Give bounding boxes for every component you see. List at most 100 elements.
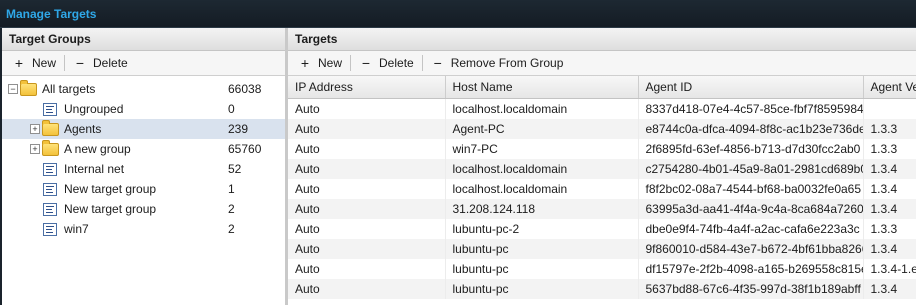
agent-id-cell: 9f860010-d584-43e7-b672-4bf61bba8266 <box>638 239 864 259</box>
target-groups-panel: Target Groups + New − Delete − All target… <box>2 28 286 305</box>
host-name-cell: localhost.localdomain <box>445 179 639 199</box>
agent-version-cell: 1.3.3 <box>863 139 916 159</box>
delete-group-label: Delete <box>93 56 128 70</box>
agent-version-cell: 1.3.4 <box>863 199 916 219</box>
folder-icon <box>42 120 59 136</box>
targets-panel: Targets + New − Delete − Remove From Gro… <box>288 28 916 305</box>
agent-version-cell: 1.3.3 <box>863 219 916 239</box>
tree-item-label: Agents <box>64 122 102 136</box>
agent-id-cell: dbe0e9f4-74fb-4a4f-a2ac-cafa6e223a3c <box>638 219 864 239</box>
collapse-icon[interactable]: − <box>8 84 18 94</box>
delete-target-label: Delete <box>379 56 414 70</box>
remove-from-group-label: Remove From Group <box>450 56 564 70</box>
host-name-cell: lubuntu-pc <box>445 279 639 299</box>
ip-address-cell: Auto <box>288 199 446 219</box>
plus-icon: + <box>300 55 310 71</box>
table-row[interactable]: Auto lubuntu-pc df15797e-2f2b-4098-a165-b2… <box>288 259 916 279</box>
host-name-cell: 31.208.124.118 <box>445 199 639 219</box>
agent-id-cell: c2754280-4b01-45a9-8a01-2981cd689b07 <box>638 159 864 179</box>
agent-version-cell: 1.3.4 <box>863 159 916 179</box>
table-row[interactable]: Auto localhost.localdomain c2754280-4b01-4… <box>288 159 916 179</box>
tree-item-label: All targets <box>42 82 96 96</box>
tree-item[interactable]: New target group 2 <box>2 199 285 219</box>
agent-id-cell: e8744c0a-dfca-4094-8f8c-ac1b23e736de <box>638 119 864 139</box>
host-name-cell: lubuntu-pc <box>445 239 639 259</box>
new-group-label: New <box>32 56 57 70</box>
ip-address-cell: Auto <box>288 159 446 179</box>
ip-address-cell: Auto <box>288 98 446 119</box>
tree-item[interactable]: + A new group 65760 <box>2 139 285 159</box>
tree-item[interactable]: New target group 1 <box>2 179 285 199</box>
tree-item[interactable]: win7 2 <box>2 219 285 239</box>
tree-item-count: 0 <box>228 102 235 116</box>
tree-item-count: 2 <box>228 222 235 236</box>
table-row[interactable]: Auto localhost.localdomain 8337d418-07e4-4… <box>288 98 916 119</box>
ip-address-cell: Auto <box>288 219 446 239</box>
targets-table-body: Auto localhost.localdomain 8337d418-07e4-4… <box>288 98 916 299</box>
new-target-button[interactable]: + New <box>292 56 348 70</box>
host-name-cell: localhost.localdomain <box>445 98 639 119</box>
agent-version-cell: 1.3.3 <box>863 119 916 139</box>
minus-icon: − <box>433 55 442 71</box>
tree-item-label: A new group <box>64 142 131 156</box>
agent-id-cell: 63995a3d-aa41-4f4a-9c4a-8ca684a72600 <box>638 199 864 219</box>
targets-table: IP Address Host Name Agent ID Agent Ver … <box>288 76 916 299</box>
ip-address-cell: Auto <box>288 179 446 199</box>
agent-id-cell: 2f6895fd-63ef-4856-b713-d7d30fcc2ab0 <box>638 139 864 159</box>
column-header-ip-address[interactable]: IP Address <box>288 76 446 99</box>
targets-header: Targets <box>288 28 916 51</box>
tree-item-count: 65760 <box>228 142 262 156</box>
agent-version-cell: 1.3.4-1.el <box>863 259 916 279</box>
tree-item-count: 1 <box>228 182 235 196</box>
agent-version-cell <box>863 98 916 119</box>
table-row[interactable]: Auto 31.208.124.118 63995a3d-aa41-4f4a-9c4… <box>288 199 916 219</box>
tree-item-label: New target group <box>64 202 157 216</box>
tree-item[interactable]: − All targets 66038 <box>2 79 285 99</box>
agent-id-cell: 5637bd88-67c6-4f35-997d-38f1b189abff <box>638 279 864 299</box>
new-group-button[interactable]: + New <box>6 56 62 70</box>
table-row[interactable]: Auto localhost.localdomain f8f2bc02-08a7-4… <box>288 179 916 199</box>
agent-id-cell: 8337d418-07e4-4c57-85ce-fbf7f8595984 <box>638 98 864 119</box>
target-groups-toolbar: + New − Delete <box>2 51 285 76</box>
tree-item-label: win7 <box>64 222 89 236</box>
table-row[interactable]: Auto lubuntu-pc 9f860010-d584-43e7-b672-4b… <box>288 239 916 259</box>
group-icon <box>43 223 57 236</box>
delete-target-button[interactable]: − Delete <box>353 56 420 70</box>
ip-address-cell: Auto <box>288 259 446 279</box>
tree-item-count: 239 <box>228 122 249 136</box>
column-header-agent-version[interactable]: Agent Ver <box>863 76 916 99</box>
minus-icon: − <box>75 55 85 71</box>
table-row[interactable]: Auto win7-PC 2f6895fd-63ef-4856-b713-d7d30… <box>288 139 916 159</box>
table-header-row: IP Address Host Name Agent ID Agent Ver <box>288 76 916 99</box>
agent-version-cell: 1.3.4 <box>863 239 916 259</box>
folder-icon <box>42 140 59 156</box>
new-target-label: New <box>318 56 343 70</box>
remove-from-group-button[interactable]: − Remove From Group <box>425 56 570 70</box>
tree-item-label: New target group <box>64 182 157 196</box>
column-header-agent-id[interactable]: Agent ID <box>638 76 864 99</box>
tree-item-count: 2 <box>228 202 235 216</box>
table-row[interactable]: Auto lubuntu-pc 5637bd88-67c6-4f35-997d-38… <box>288 279 916 299</box>
agent-version-cell: 1.3.4 <box>863 279 916 299</box>
tree-item[interactable]: Internal net 52 <box>2 159 285 179</box>
tree-item[interactable]: Ungrouped 0 <box>2 99 285 119</box>
column-header-host-name[interactable]: Host Name <box>445 76 639 99</box>
table-row[interactable]: Auto Agent-PC e8744c0a-dfca-4094-8f8c-ac1b… <box>288 119 916 139</box>
group-icon <box>43 183 57 196</box>
delete-group-button[interactable]: − Delete <box>67 56 134 70</box>
plus-icon: + <box>14 55 24 71</box>
window-title: Manage Targets <box>6 7 97 21</box>
tree-item-count: 66038 <box>228 82 262 96</box>
host-name-cell: lubuntu-pc-2 <box>445 219 639 239</box>
host-name-cell: localhost.localdomain <box>445 159 639 179</box>
tree-item-count: 52 <box>228 162 242 176</box>
table-row[interactable]: Auto lubuntu-pc-2 dbe0e9f4-74fb-4a4f-a2ac-… <box>288 219 916 239</box>
toolbar-separator <box>421 55 423 71</box>
target-group-tree: − All targets 66038 Ungrouped 0 + Agents 239 + A … <box>2 76 285 239</box>
expand-icon[interactable]: + <box>30 144 40 154</box>
expand-icon[interactable]: + <box>30 124 40 134</box>
folder-icon <box>20 80 37 96</box>
agent-id-cell: f8f2bc02-08a7-4544-bf68-ba0032fe0a65 <box>638 179 864 199</box>
tree-item-label: Ungrouped <box>64 102 124 116</box>
tree-item[interactable]: + Agents 239 <box>2 119 285 139</box>
